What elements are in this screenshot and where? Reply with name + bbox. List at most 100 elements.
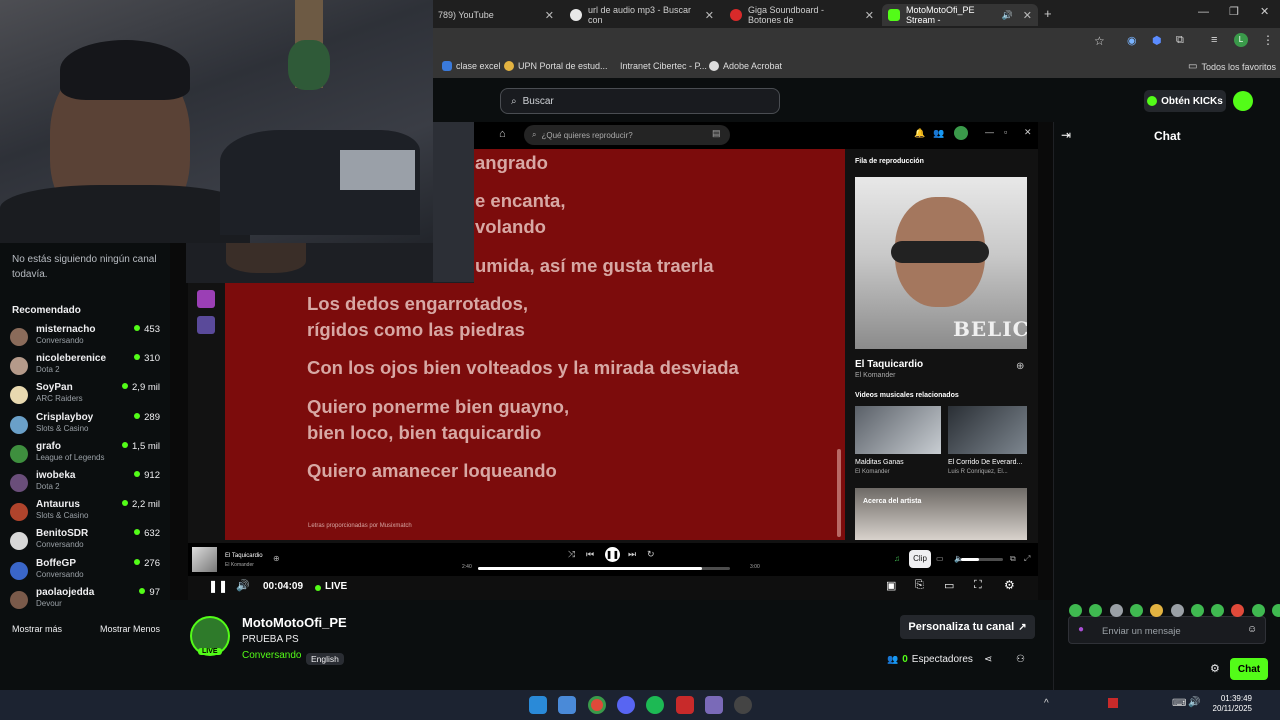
emote-icon[interactable] <box>1129 604 1143 617</box>
speaker-icon[interactable]: 🔊 <box>1002 10 1013 21</box>
spotify-icon[interactable] <box>646 696 664 714</box>
emote-icon[interactable] <box>1251 604 1265 617</box>
chevron-up-icon[interactable]: ^ <box>1044 698 1049 709</box>
star-icon[interactable]: ☆ <box>1094 34 1105 48</box>
all-bookmarks[interactable]: ▭ Todos los favoritos <box>1188 61 1276 72</box>
volume-icon[interactable]: 🔊 <box>236 579 250 592</box>
pause-icon[interactable]: ❚❚ <box>208 579 228 593</box>
settings-icon[interactable]: ⚙ <box>1210 662 1220 675</box>
close-icon[interactable]: ✕ <box>705 9 714 22</box>
channel-name[interactable]: MotoMotoOfi_PE <box>242 615 347 630</box>
settings-icon[interactable]: ⚙ <box>1004 578 1015 592</box>
new-tab-icon[interactable]: + <box>1044 6 1052 21</box>
track-artist[interactable]: El Komander <box>855 372 895 379</box>
pause-icon[interactable]: ❚❚ <box>605 547 620 562</box>
clip-icon[interactable]: ⎘ <box>915 579 924 592</box>
audio-extension-icon[interactable]: ◉ <box>1127 34 1137 47</box>
progress-bar[interactable] <box>478 567 730 570</box>
language-tag[interactable]: English <box>306 649 344 667</box>
track-title[interactable]: El Taquicardio <box>855 359 923 370</box>
app-icon[interactable] <box>705 696 723 714</box>
sidebar-channel-item[interactable]: iwobeka Dota 2 912 <box>10 470 160 498</box>
emote-icon[interactable] <box>1170 604 1184 617</box>
emote-icon[interactable] <box>1190 604 1204 617</box>
send-chat-button[interactable]: Chat <box>1230 658 1268 680</box>
emote-icon[interactable] <box>1211 604 1225 617</box>
emote-icon[interactable] <box>1109 604 1123 617</box>
now-playing-artist[interactable]: El Komander <box>225 562 254 568</box>
sidebar-channel-item[interactable]: misternacho Conversando 453 <box>10 324 160 352</box>
stream-category[interactable]: Conversando <box>242 650 301 661</box>
file-explorer-icon[interactable] <box>558 696 576 714</box>
close-icon[interactable]: ✕ <box>1024 127 1032 138</box>
about-artist-card[interactable]: Acerca del artista <box>855 488 1027 540</box>
device-icon[interactable]: ▭ <box>936 554 944 563</box>
shuffle-icon[interactable]: ⤨ <box>568 549 575 560</box>
customize-channel-button[interactable]: Personaliza tu canal ↗ <box>900 615 1035 639</box>
search-input[interactable]: ⌕ Buscar <box>500 88 780 114</box>
sidebar-channel-item[interactable]: nicoleberenice Dota 2 310 <box>10 353 160 381</box>
tab-bing-search[interactable]: url de audio mp3 - Buscar con ✕ <box>564 4 720 26</box>
theater-mode-icon[interactable]: ▣ <box>886 579 896 592</box>
sidebar-channel-item[interactable]: Crisplayboy Slots & Casino 289 <box>10 412 160 440</box>
next-icon[interactable]: ⏭ <box>628 549 636 560</box>
user-avatar[interactable] <box>1233 91 1253 111</box>
home-icon[interactable]: ⌂ <box>499 128 506 140</box>
sidebar-channel-item[interactable]: BoffeGP Conversando 276 <box>10 558 160 586</box>
emote-icon[interactable] <box>1272 604 1280 617</box>
tab-soundboard[interactable]: Giga Soundboard - Botones de ✕ <box>724 4 880 26</box>
close-icon[interactable]: ✕ <box>1023 9 1032 22</box>
sidebar-channel-item[interactable]: grafo League of Legends 1,5 mil <box>10 441 160 469</box>
volume-icon[interactable]: 🔊 <box>1188 697 1200 708</box>
bell-icon[interactable]: 🔔 <box>914 128 925 139</box>
emote-icon[interactable] <box>1069 604 1082 617</box>
friends-icon[interactable]: 👥 <box>933 128 944 139</box>
close-icon[interactable]: ✕ <box>545 9 554 22</box>
related-thumbnail[interactable] <box>948 406 1027 454</box>
browse-icon[interactable]: ▤ <box>712 128 721 139</box>
lyrics-scrollbar[interactable] <box>837 449 841 537</box>
minimize-icon[interactable]: — <box>985 127 994 137</box>
related-title-text[interactable]: Malditas Ganas <box>855 459 904 466</box>
collapse-chat-icon[interactable]: ⇥ <box>1061 128 1071 142</box>
discord-icon[interactable] <box>617 696 635 714</box>
sidebar-channel-item[interactable]: Antaurus Slots & Casino 2,2 mil <box>10 499 160 527</box>
pip-icon[interactable]: ▭ <box>944 579 954 592</box>
tray-icon[interactable] <box>1108 698 1118 708</box>
lyrics-icon[interactable]: ♫ <box>894 554 900 563</box>
add-icon[interactable]: ⊕ <box>273 554 280 563</box>
bookmark-adobe[interactable]: Adobe Acrobat <box>709 61 782 71</box>
puzzle-icon[interactable]: ⧉ <box>1176 34 1184 47</box>
bookmark-cibertec[interactable]: Intranet Cibertec - P... <box>620 61 707 71</box>
media-control-icon[interactable]: ≡ <box>1211 34 1217 46</box>
obs-icon[interactable] <box>734 696 752 714</box>
restore-icon[interactable]: ❐ <box>1229 5 1239 18</box>
profile-avatar[interactable]: L <box>1234 33 1248 47</box>
more-icon[interactable]: ⋮ <box>1262 33 1274 47</box>
chrome-icon[interactable] <box>588 696 606 714</box>
tab-youtube[interactable]: 789) YouTube ✕ <box>432 4 560 26</box>
miniplayer-icon[interactable]: ⧉ <box>1010 554 1016 564</box>
related-title-text[interactable]: El Corrido De Everard... <box>948 459 1022 466</box>
fullscreen-icon[interactable]: ⤢ <box>1024 554 1030 564</box>
clock[interactable]: 01:39:49 20/11/2025 <box>1208 694 1252 714</box>
extension-icon[interactable]: ⬢ <box>1152 34 1162 47</box>
bookmark-clase-excel[interactable]: clase excel <box>442 61 501 71</box>
maximize-icon[interactable]: ▫ <box>1004 127 1007 137</box>
repeat-icon[interactable]: ↻ <box>647 549 655 560</box>
now-playing-title[interactable]: El Taquicardio <box>225 553 263 559</box>
bookmark-upn[interactable]: UPN Portal de estud... <box>504 61 608 71</box>
volume-slider[interactable] <box>961 558 1003 561</box>
emoji-icon[interactable]: ☺ <box>1247 624 1257 635</box>
get-kicks-button[interactable]: Obtén KICKs <box>1144 90 1226 112</box>
show-less-link[interactable]: Mostrar Menos <box>100 624 160 634</box>
spotify-avatar[interactable] <box>954 126 968 140</box>
sidebar-channel-item[interactable]: paolaojedda Devour 97 <box>10 587 160 615</box>
network-icon[interactable]: ⌨ <box>1172 698 1186 709</box>
now-playing-cover[interactable] <box>192 547 217 572</box>
fullscreen-icon[interactable]: ⛶ <box>974 579 982 592</box>
close-icon[interactable]: ✕ <box>865 9 874 22</box>
sidebar-channel-item[interactable]: BenitoSDR Conversando 632 <box>10 528 160 556</box>
app-icon[interactable] <box>676 696 694 714</box>
microphone-icon[interactable]: ● <box>1078 624 1084 635</box>
